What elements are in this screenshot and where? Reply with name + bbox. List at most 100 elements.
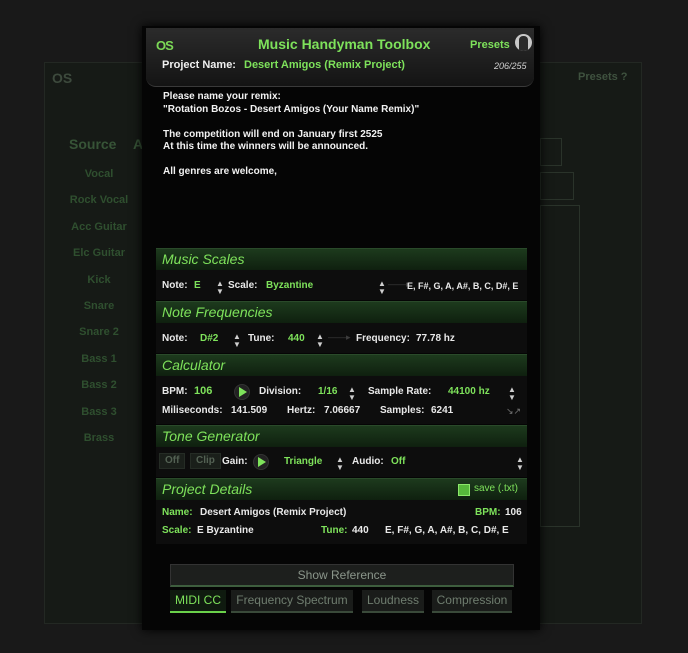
background-track: Elc Guitar [73,247,125,260]
hertz-label: Hertz: [287,405,316,416]
ms-label: Miliseconds: [162,405,223,416]
samples-label: Samples: [380,405,425,416]
notes-line [163,154,523,167]
off-button[interactable]: Off [159,453,186,469]
project-details-body: Name: Desert Amigos (Remix Project) BPM:… [156,500,527,544]
frequency-label: Frequency: [356,333,410,344]
show-reference-button[interactable]: Show Reference [170,564,514,587]
details-tune-value: 440 [352,525,369,536]
bpm-knob-icon[interactable] [234,384,250,400]
details-tune-label: Tune: [321,525,348,536]
gain-knob-icon[interactable] [253,454,269,470]
notes-line: At this time the winners will be announc… [163,141,369,152]
section-title: Note Frequencies [162,304,273,320]
tune-arrows-icon[interactable]: ▲ ▼ [316,333,324,349]
note-label: Note: [162,280,188,291]
details-name-value: Desert Amigos (Remix Project) [200,507,347,518]
details-scale-value: E Byzantine [197,525,254,536]
samples-value: 6241 [431,405,454,416]
tune-label: Tune: [248,333,275,344]
frequency-value: 77.78 hz [416,333,455,344]
presets-icon[interactable] [515,34,532,51]
project-name-label: Project Name: [162,59,236,71]
tab-loudness[interactable]: Loudness [362,590,424,613]
gain-label: Gain: [222,456,248,467]
dialog-header: OS Music Handyman Toolbox Presets Projec… [146,28,534,87]
audio-select[interactable]: Off [391,456,405,467]
background-track: Vocal [84,168,114,180]
details-scale-label: Scale: [162,525,192,536]
project-details-header: Project Details save (.txt) [156,478,527,500]
background-box [540,172,574,200]
section-title: Tone Generator [162,428,260,444]
hertz-value: 7.06667 [324,405,361,416]
char-counter: 206/255 [494,61,527,71]
background-track-list: Vocal Rock Vocal Acc Guitar Elc Guitar K… [56,166,142,456]
notes-line: Please name your remix: [163,91,281,102]
freq-note-arrows-icon[interactable]: ▲ ▼ [233,333,241,349]
calculator-body: BPM: 106 Division: 1/16 ▲ ▼ Sample Rate: … [156,376,527,424]
sample-rate-arrows-icon[interactable]: ▲ ▼ [508,386,516,402]
bpm-value[interactable]: 106 [194,385,212,397]
clip-button[interactable]: Clip [190,453,221,469]
project-name-value[interactable]: Desert Amigos (Remix Project) [244,59,405,71]
background-track: Snare 2 [79,326,119,339]
background-presets: Presets ? [578,71,628,83]
background-track: Bass 1 [81,352,117,365]
notes-line: The competition will end on January firs… [163,128,383,140]
waveform-arrows-icon[interactable]: ▲ ▼ [336,456,344,472]
scale-select[interactable]: Byzantine [266,280,313,291]
section-title: Project Details [162,481,253,497]
division-arrows-icon[interactable]: ▲ ▼ [348,386,356,402]
project-notes[interactable]: Please name your remix: "Rotation Bozos … [163,91,523,179]
sample-rate-select[interactable]: 44100 hz [448,386,490,397]
background-track: Acc Guitar [71,220,127,233]
section-title: Music Scales [162,251,245,267]
details-name-label: Name: [162,507,193,518]
note-select-arrows-icon[interactable]: ▲ ▼ [216,280,224,296]
logo: OS [156,38,174,53]
freq-note-select[interactable]: D#2 [200,333,218,344]
background-box [540,205,580,527]
presets-button[interactable]: Presets [470,39,510,51]
background-logo: OS [52,70,73,86]
scale-label: Scale: [228,280,258,291]
note-frequencies-header: Note Frequencies [156,301,527,323]
section-title: Calculator [162,357,226,373]
audio-arrows-icon[interactable]: ▲ ▼ [516,456,524,472]
scale-notes-result: E, F#, G, A, A#, B, C, D#, E [407,281,519,291]
notes-line: "Rotation Bozos - Desert Amigos (Your Na… [163,103,420,115]
calculator-header: Calculator [156,354,527,376]
background-track: Snare [83,299,115,312]
tab-frequency-spectrum[interactable]: Frequency Spectrum [231,590,353,613]
scale-select-arrows-icon[interactable]: ▲ ▼ [378,280,386,296]
bpm-label: BPM: [162,386,188,397]
copy-icon[interactable]: ↘↗ [506,406,521,417]
background-track: Bass 3 [81,405,117,418]
tone-generator-body: Off Clip Gain: Triangle ▲ ▼ Audio: Off ▲ ▼ [156,447,527,477]
notes-line: All genres are welcome, [163,166,277,177]
ms-value: 141.509 [231,405,268,416]
arrow-right-icon: ——▸ [328,332,351,342]
background-source-header: Source [69,136,117,152]
details-scale-notes: E, F#, G, A, A#, B, C, D#, E [385,525,509,536]
toolbox-dialog: OS Music Handyman Toolbox Presets Projec… [142,26,540,630]
background-box [540,138,562,166]
waveform-select[interactable]: Triangle [284,456,322,467]
tab-midi-cc[interactable]: MIDI CC [170,590,226,613]
dialog-title: Music Handyman Toolbox [258,36,431,52]
division-select[interactable]: 1/16 [318,386,337,397]
music-scales-body: Note: E ▲ ▼ Scale: Byzantine ▲ ▼ ——▸ E, F#… [156,270,527,300]
note-select[interactable]: E [194,280,201,291]
background-track: Brass [83,431,115,444]
details-bpm-value: 106 [505,507,522,518]
notes-line [163,116,523,129]
audio-label: Audio: [352,456,384,467]
freq-note-label: Note: [162,333,188,344]
background-track: Rock Vocal [69,194,129,207]
save-label[interactable]: save (.txt) [474,483,518,494]
tab-compression[interactable]: Compression [432,590,512,613]
save-checkbox[interactable] [458,484,470,496]
division-label: Division: [259,386,302,397]
tune-select[interactable]: 440 [288,333,305,344]
